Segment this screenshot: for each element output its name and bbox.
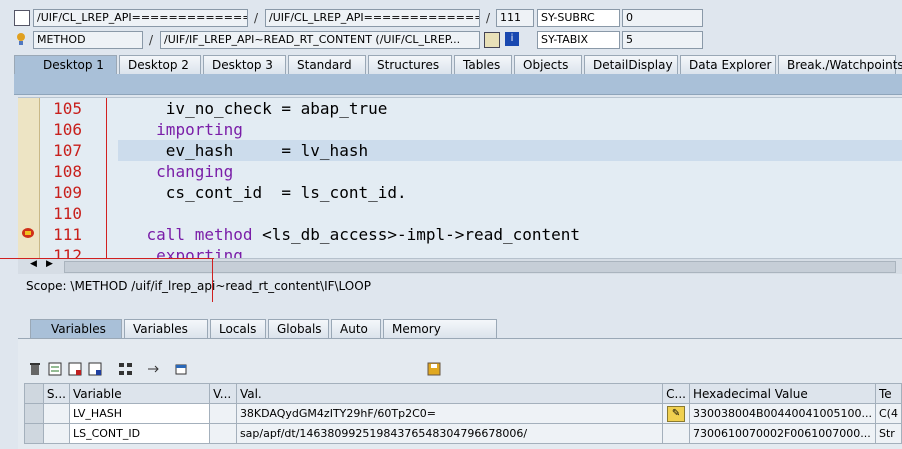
type-cell: C(4 [874, 403, 902, 424]
sysvar2-name-field[interactable]: SY-TABIX [537, 31, 620, 49]
editor-horizontal-scrollbar[interactable]: ◀ ▶ [18, 258, 902, 274]
save-icon[interactable] [427, 362, 443, 378]
method-icon [14, 32, 28, 46]
hierarchy-icon[interactable] [118, 362, 134, 378]
sysvar1-value-field[interactable]: 0 [622, 9, 703, 27]
value-cell[interactable]: sap/apf/dt/14638099251984376548304796678… [235, 423, 664, 444]
separator: / [149, 33, 154, 47]
tab-locals[interactable]: Locals [210, 319, 266, 338]
row-selector-header[interactable] [24, 383, 44, 404]
table-insert-icon[interactable] [68, 362, 84, 378]
annotation-line [0, 258, 214, 259]
tab-tables[interactable]: Tables [454, 55, 512, 74]
column-header-v[interactable]: V... [209, 383, 237, 404]
sysvar1-name-field[interactable]: SY-SUBRC [537, 9, 620, 27]
tab-desktop-2[interactable]: Desktop 2 [119, 55, 201, 74]
event-type-field[interactable]: METHOD [33, 31, 143, 49]
tab-data-explorer[interactable]: Data Explorer [680, 55, 776, 74]
column-header-variable[interactable]: Variable [68, 383, 211, 404]
code-line[interactable]: iv_no_check = abap_true [108, 98, 902, 119]
row-selector[interactable] [24, 423, 44, 444]
column-header-value[interactable]: Val. [235, 383, 664, 404]
hex-cell[interactable]: 330038004B00440041005100... [688, 403, 876, 424]
tab-breakpoints[interactable]: Break./Watchpoints [778, 55, 902, 74]
tab-variables-2[interactable]: Variables 2 [124, 319, 208, 354]
edit-pencil-icon[interactable]: ✎ [667, 405, 686, 422]
code-line[interactable]: importing [108, 119, 902, 140]
scroll-left-icon[interactable]: ◀ [30, 259, 37, 269]
row-selector[interactable] [24, 403, 44, 424]
v-cell [209, 403, 237, 424]
scope-label: Scope: \METHOD /uif/if_lrep_api~read_rt_… [26, 279, 371, 293]
tab-globals[interactable]: Globals [268, 319, 329, 338]
tab-memory-analysis[interactable]: Memory Analysis [383, 319, 497, 354]
variable-cell[interactable]: LS_CONT_ID [68, 423, 211, 444]
line-number-field[interactable]: 111 [496, 9, 534, 27]
tab-standard[interactable]: Standard [288, 55, 366, 74]
code-line[interactable]: ev_hash = lv_hash [108, 140, 902, 161]
line-number: 105 [53, 99, 82, 118]
variables-grid: S... Variable V... Val. C... Hexadecimal… [24, 383, 902, 444]
tab-desktop-3[interactable]: Desktop 3 [203, 55, 286, 74]
change-cell[interactable] [662, 423, 690, 444]
program-icon [14, 10, 30, 26]
hex-cell[interactable]: 7300610070002F0061007000... [688, 423, 876, 444]
event-field[interactable]: /UIF/IF_LREP_API~READ_RT_CONTENT (/UIF/C… [160, 31, 480, 49]
table-row[interactable]: LV_HASH 38KDAQydGM4zITY29hF/60Tp2C0= ✎ 3… [24, 403, 902, 424]
variable-cell[interactable]: LV_HASH [68, 403, 211, 424]
table-delete-icon[interactable] [88, 362, 104, 378]
code-line[interactable]: changing [108, 161, 902, 182]
table-row[interactable]: LS_CONT_ID sap/apf/dt/146380992519843765… [24, 423, 902, 444]
line-number: 107 [53, 141, 82, 160]
source-code-editor[interactable]: 105 iv_no_check = abap_true 106 importin… [18, 97, 902, 260]
separator: / [254, 11, 259, 25]
value-cell[interactable]: 38KDAQydGM4zITY29hF/60Tp2C0= [235, 403, 664, 424]
status-cell [42, 423, 70, 444]
desktop-tab-strip: Desktop 1 Desktop 2 Desktop 3 Standard S… [14, 55, 902, 74]
line-number: 106 [53, 120, 82, 139]
variables-tab-strip: Variables 1 Variables 2 Locals Globals A… [30, 319, 499, 354]
desktop-tab-body [14, 74, 902, 95]
tab-auto[interactable]: Auto [331, 319, 381, 338]
column-header-status[interactable]: S... [42, 383, 70, 404]
source-icon[interactable] [484, 32, 500, 48]
tab-structures[interactable]: Structures [368, 55, 452, 74]
line-number: 110 [53, 204, 82, 223]
code-line[interactable]: call method <ls_db_access>-impl->read_co… [108, 224, 902, 245]
separator: / [486, 11, 491, 25]
change-cell[interactable]: ✎ [662, 403, 690, 424]
type-cell: Str [874, 423, 902, 444]
pin-icon[interactable] [174, 362, 190, 378]
tab-desktop-1[interactable]: Desktop 1 [14, 55, 117, 74]
delete-icon[interactable] [28, 362, 44, 378]
include-field[interactable]: /UIF/CL_LREP_API=============... [265, 9, 480, 27]
tab-detaildisplay[interactable]: DetailDisplay [584, 55, 678, 74]
list-icon[interactable] [48, 362, 64, 378]
line-number: 108 [53, 162, 82, 181]
code-line[interactable]: cs_cont_id = ls_cont_id. [108, 182, 902, 203]
navigate-icon[interactable] [146, 362, 162, 378]
column-header-change[interactable]: C... [662, 383, 690, 404]
v-cell [209, 423, 237, 444]
column-header-te[interactable]: Te [874, 383, 902, 404]
info-icon[interactable]: i [505, 32, 519, 46]
status-cell [42, 403, 70, 424]
tab-objects[interactable]: Objects [514, 55, 582, 74]
tab-variables-1[interactable]: Variables 1 [30, 319, 122, 354]
line-number: 109 [53, 183, 82, 202]
column-header-hex[interactable]: Hexadecimal Value [688, 383, 876, 404]
current-statement-icon [21, 227, 35, 239]
line-number: 111 [53, 225, 82, 244]
scroll-right-icon[interactable]: ▶ [46, 259, 53, 269]
scroll-thumb[interactable] [64, 261, 896, 273]
sysvar2-value-field[interactable]: 5 [622, 31, 703, 49]
program-field[interactable]: /UIF/CL_LREP_API=============... [33, 9, 248, 27]
